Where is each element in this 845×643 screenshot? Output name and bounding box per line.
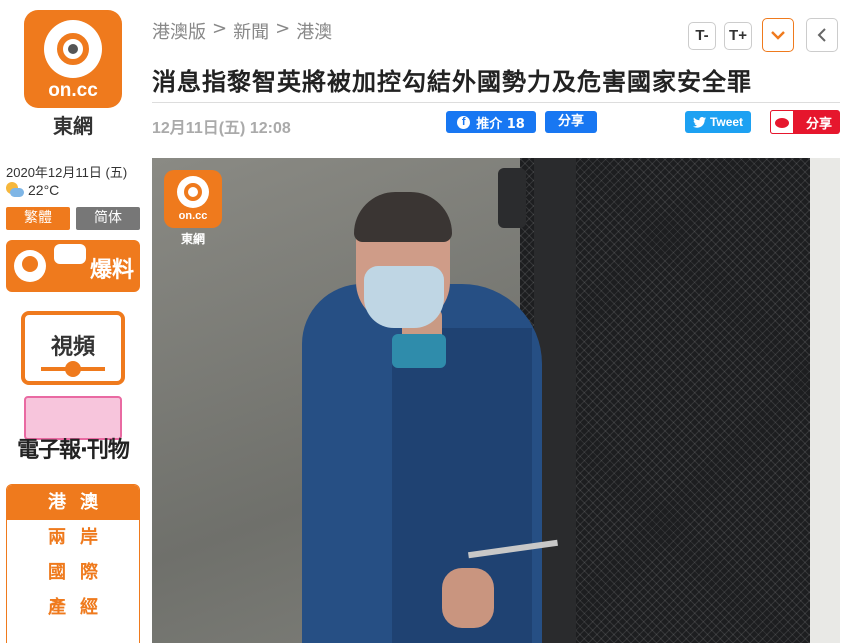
weather-widget: 22°C — [6, 182, 59, 198]
section-item-finance[interactable]: 產經 — [7, 590, 139, 625]
logo-dot-icon — [68, 44, 78, 54]
font-smaller-button[interactable]: T- — [688, 22, 716, 50]
watermark-subtitle: 東網 — [180, 232, 205, 246]
video-banner[interactable]: 視頻 — [21, 311, 125, 385]
speech-bubble-icon — [54, 244, 86, 264]
expand-button[interactable] — [762, 18, 794, 52]
play-icon — [65, 361, 81, 377]
chevron-down-icon — [771, 31, 785, 40]
tweet-button[interactable]: Tweet — [685, 111, 751, 133]
breadcrumb-separator: > — [212, 18, 228, 39]
watermark-logo-text: on.cc — [178, 210, 208, 222]
weibo-share-button[interactable]: 分享 — [770, 110, 840, 134]
e-paper-label: 電子報‧刊物 — [17, 438, 130, 463]
font-larger-button[interactable]: T+ — [724, 22, 752, 50]
simplified-chinese-button[interactable]: 简体 — [76, 207, 140, 230]
chevron-left-icon — [817, 28, 826, 42]
tweet-label: Tweet — [709, 115, 744, 129]
article-timestamp: 12月11日(五) 12:08 — [152, 120, 291, 137]
news-tip-banner[interactable]: 爆料 — [6, 240, 140, 292]
logo-subtitle: 東網 — [53, 114, 93, 138]
article-headline: 消息指黎智英將被加控勾結外國勢力及危害國家安全罪 — [152, 68, 752, 96]
person-icon — [14, 250, 46, 282]
e-paper-banner[interactable]: 電子報‧刊物 — [6, 396, 140, 470]
breadcrumb: 港澳版 > 新聞 > 港澳 — [152, 18, 332, 44]
breadcrumb-item[interactable]: 港澳版 — [152, 18, 206, 44]
weibo-share-label: 分享 — [805, 116, 832, 132]
section-item-international[interactable]: 國際 — [7, 555, 139, 590]
partly-cloudy-icon — [6, 182, 24, 198]
facebook-like-label: 推介 18 — [476, 116, 525, 132]
logo-badge: on.cc — [24, 10, 122, 108]
face-mask — [364, 266, 444, 328]
breadcrumb-separator: > — [275, 18, 291, 39]
section-item-hk-macau[interactable]: 港澳 — [7, 485, 139, 520]
logo-ring-icon — [177, 176, 209, 208]
breadcrumb-item[interactable]: 港澳 — [296, 18, 332, 44]
facebook-icon: f — [457, 115, 471, 129]
section-item-cross-strait[interactable]: 兩岸 — [7, 520, 139, 555]
photo-watermark-logo: on.cc — [164, 170, 222, 228]
weather-temp: 22°C — [28, 182, 60, 198]
article-photo[interactable]: on.cc 東網 — [152, 158, 840, 643]
current-date: 2020年12月11日 (五) — [6, 165, 128, 180]
facebook-like-button[interactable]: f 推介 18 — [446, 111, 536, 133]
section-nav: 港澳 兩岸 國際 產經 — [6, 484, 140, 643]
news-tip-label: 爆料 — [90, 258, 135, 283]
divider — [152, 102, 840, 103]
video-label: 視頻 — [50, 335, 95, 360]
traditional-chinese-button[interactable]: 繁體 — [6, 207, 70, 230]
breadcrumb-item[interactable]: 新聞 — [233, 18, 269, 44]
twitter-icon — [692, 116, 706, 128]
site-logo[interactable]: on.cc — [24, 10, 122, 108]
facebook-share-button[interactable]: 分享 — [545, 111, 597, 133]
back-button[interactable] — [806, 18, 838, 52]
logo-text: on.cc — [48, 80, 98, 101]
weibo-icon — [770, 110, 794, 134]
